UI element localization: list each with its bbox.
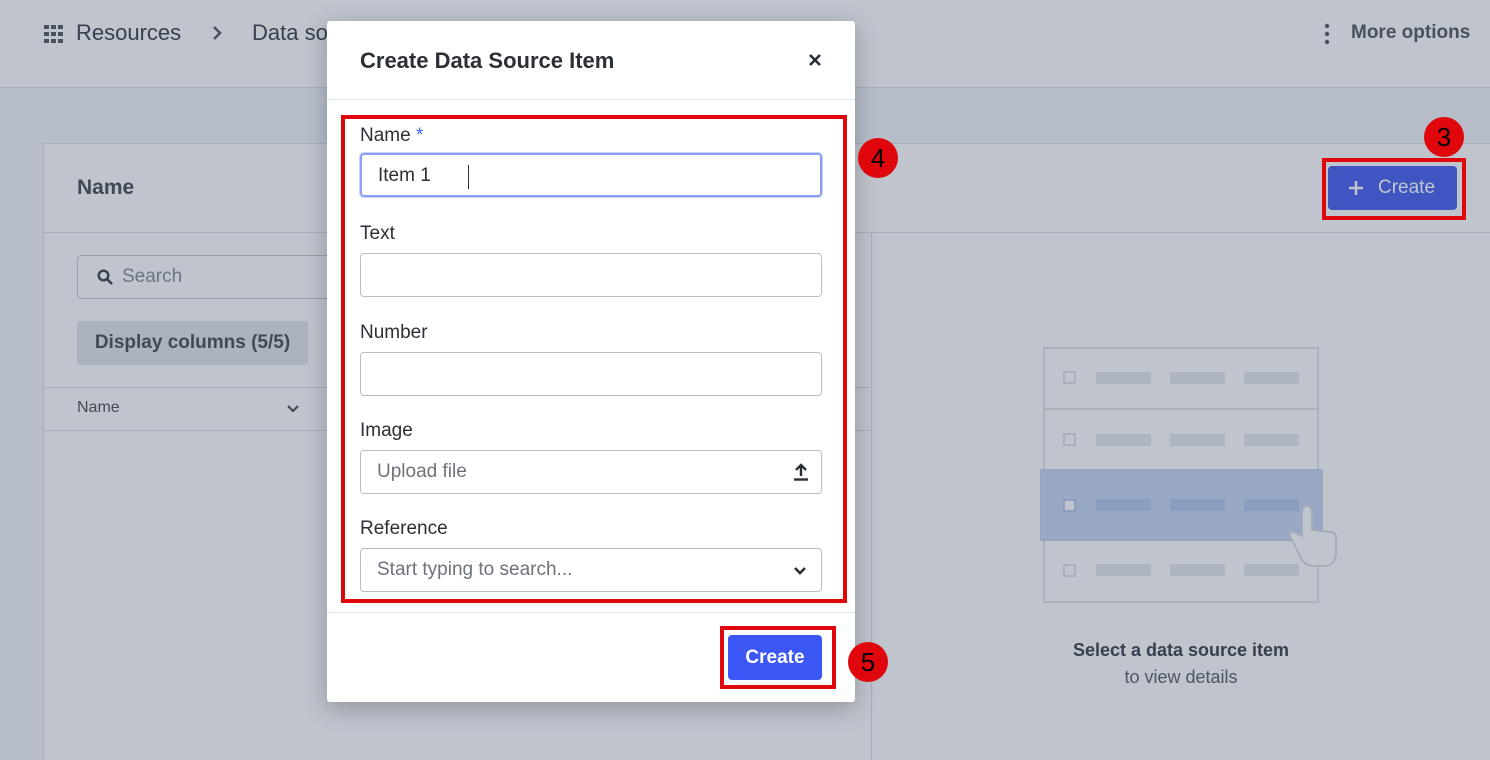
highlight-form-fields: [341, 115, 847, 603]
highlight-create-button: [1322, 158, 1466, 220]
step-badge-5: 5: [848, 642, 888, 682]
step-badge-4: 4: [858, 138, 898, 178]
dialog-footer-divider: [327, 612, 855, 613]
dialog-title: Create Data Source Item: [360, 48, 615, 73]
step-badge-3: 3: [1424, 117, 1464, 157]
highlight-dialog-create: [720, 626, 836, 689]
close-icon[interactable]: [808, 53, 822, 67]
dialog-header: Create Data Source Item: [327, 21, 855, 100]
